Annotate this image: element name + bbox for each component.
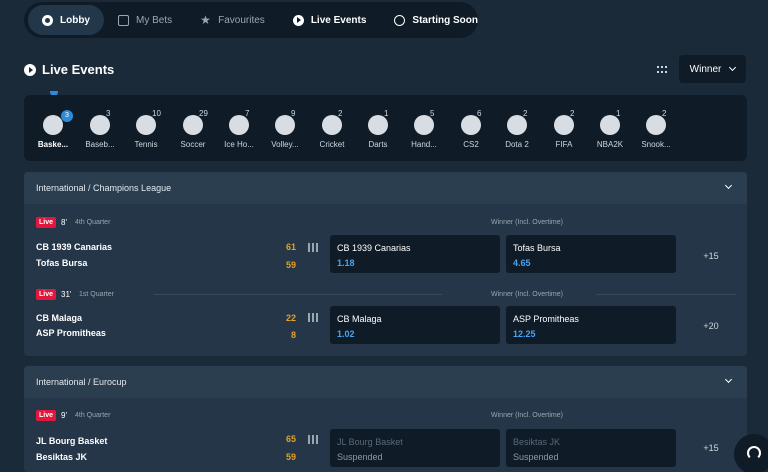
sport-darts[interactable]: 1 Darts	[356, 95, 400, 161]
chevron-down-icon	[729, 63, 737, 72]
sport-ice-hockey[interactable]: 7 Ice Ho...	[217, 95, 261, 161]
sport-tennis[interactable]: 10 Tennis	[124, 95, 168, 161]
sport-cs2[interactable]: 6 CS2	[449, 95, 493, 161]
darts-icon	[368, 115, 388, 135]
match-period: 4th Quarter	[75, 219, 111, 226]
sport-cricket[interactable]: 2 Cricket	[310, 95, 354, 161]
league-section: International / Champions League Live 8'…	[24, 172, 747, 356]
odds-button-away[interactable]: ASP Promitheas 12.25	[506, 306, 676, 344]
league-header[interactable]: International / Champions League	[24, 172, 747, 204]
match-row: Live 9' 4th Quarter Winner (Incl. Overti…	[24, 408, 747, 472]
sport-volleyball[interactable]: 9 Volley...	[263, 95, 307, 161]
tennis-icon	[136, 115, 156, 135]
top-nav: Lobby My Bets ★ Favourites Live Events St…	[24, 2, 478, 38]
match-period: 4th Quarter	[75, 412, 111, 419]
sport-handball[interactable]: 5 Hand...	[402, 95, 446, 161]
snooker-icon	[646, 115, 666, 135]
handball-icon	[414, 115, 434, 135]
nav-starting-soon[interactable]: Starting Soon	[380, 5, 492, 35]
play-circle-icon	[24, 63, 36, 76]
sport-basketball[interactable]: 3 Baske...	[31, 95, 75, 161]
sport-soccer[interactable]: 29 Soccer	[171, 95, 215, 161]
sport-fifa[interactable]: 2 FIFA	[542, 95, 586, 161]
odds-button-home[interactable]: CB 1939 Canarias 1.18	[330, 235, 500, 273]
away-team[interactable]: ASP Promitheas	[36, 328, 106, 338]
away-score: 59	[285, 260, 296, 270]
cricket-icon	[322, 115, 342, 135]
page-title: Live Events	[24, 62, 114, 77]
star-icon: ★	[200, 12, 211, 27]
away-team[interactable]: Tofas Bursa	[36, 258, 87, 268]
market-label: Winner (Incl. Overtime)	[491, 219, 563, 226]
nav-favourites[interactable]: ★ Favourites	[186, 5, 279, 35]
sport-nba2k[interactable]: 1 NBA2K	[588, 95, 632, 161]
more-markets-button[interactable]: +15	[696, 443, 726, 453]
home-team[interactable]: CB 1939 Canarias	[36, 242, 112, 252]
match-row: Live 8' 4th Quarter Winner (Incl. Overti…	[24, 214, 747, 280]
match-minute: 31'	[61, 290, 72, 299]
away-score: 8	[290, 330, 296, 340]
nav-live-events[interactable]: Live Events	[279, 5, 381, 35]
fifa-icon	[554, 115, 574, 135]
home-team[interactable]: JL Bourg Basket	[36, 436, 107, 446]
odds-button-away[interactable]: Besiktas JK Suspended	[506, 429, 676, 467]
stats-icon[interactable]	[308, 243, 318, 252]
chevron-down-icon[interactable]	[724, 181, 733, 190]
market-label: Winner (Incl. Overtime)	[491, 291, 563, 298]
market-dropdown[interactable]: Winner	[679, 55, 746, 83]
league-header[interactable]: International / Eurocup	[24, 366, 747, 398]
home-score: 61	[285, 242, 296, 252]
home-score: 22	[285, 313, 296, 323]
volleyball-icon	[275, 115, 295, 135]
match-period: 1st Quarter	[79, 291, 115, 298]
nav-my-bets[interactable]: My Bets	[104, 5, 186, 35]
market-label: Winner (Incl. Overtime)	[491, 412, 563, 419]
ice-hockey-icon	[229, 115, 249, 135]
more-markets-button[interactable]: +15	[696, 251, 726, 261]
lobby-icon	[42, 14, 53, 26]
live-badge: Live	[36, 217, 56, 228]
nba2k-icon	[600, 115, 620, 135]
soccer-icon	[183, 115, 203, 135]
league-section: International / Eurocup Live 9' 4th Quar…	[24, 366, 747, 472]
nav-lobby[interactable]: Lobby	[28, 5, 104, 35]
odds-button-home[interactable]: CB Malaga 1.02	[330, 306, 500, 344]
live-badge: Live	[36, 289, 56, 300]
live-badge: Live	[36, 410, 56, 421]
basketball-icon	[43, 115, 63, 135]
away-score: 59	[285, 452, 296, 462]
sport-snooker[interactable]: 2 Snook...	[634, 95, 678, 161]
sports-filter: 3 Baske... 3 Baseb... 10 Tennis 29 Soccer 7I…	[24, 95, 747, 161]
dota2-icon	[507, 115, 527, 135]
chevron-down-icon[interactable]	[724, 375, 733, 384]
more-markets-button[interactable]: +20	[696, 321, 726, 331]
baseball-icon	[90, 115, 110, 135]
sport-dota2[interactable]: 2 Dota 2	[495, 95, 539, 161]
receipt-icon	[118, 14, 129, 26]
match-row: Live 31' 1st Quarter Winner (Incl. Overt…	[24, 286, 747, 352]
match-minute: 8'	[61, 218, 67, 227]
stopwatch-icon	[394, 14, 406, 26]
home-score: 65	[285, 434, 296, 444]
stats-icon[interactable]	[308, 435, 318, 444]
sport-baseball[interactable]: 3 Baseb...	[78, 95, 122, 161]
cs2-icon	[461, 115, 481, 135]
play-icon	[292, 14, 304, 26]
grid-view-icon[interactable]	[657, 66, 667, 74]
away-team[interactable]: Besiktas JK	[36, 452, 87, 462]
odds-button-home[interactable]: JL Bourg Basket Suspended	[330, 429, 500, 467]
stats-icon[interactable]	[308, 313, 318, 322]
match-minute: 9'	[61, 411, 67, 420]
odds-button-away[interactable]: Tofas Bursa 4.65	[506, 235, 676, 273]
home-team[interactable]: CB Malaga	[36, 313, 82, 323]
support-headset-button[interactable]	[734, 434, 768, 472]
